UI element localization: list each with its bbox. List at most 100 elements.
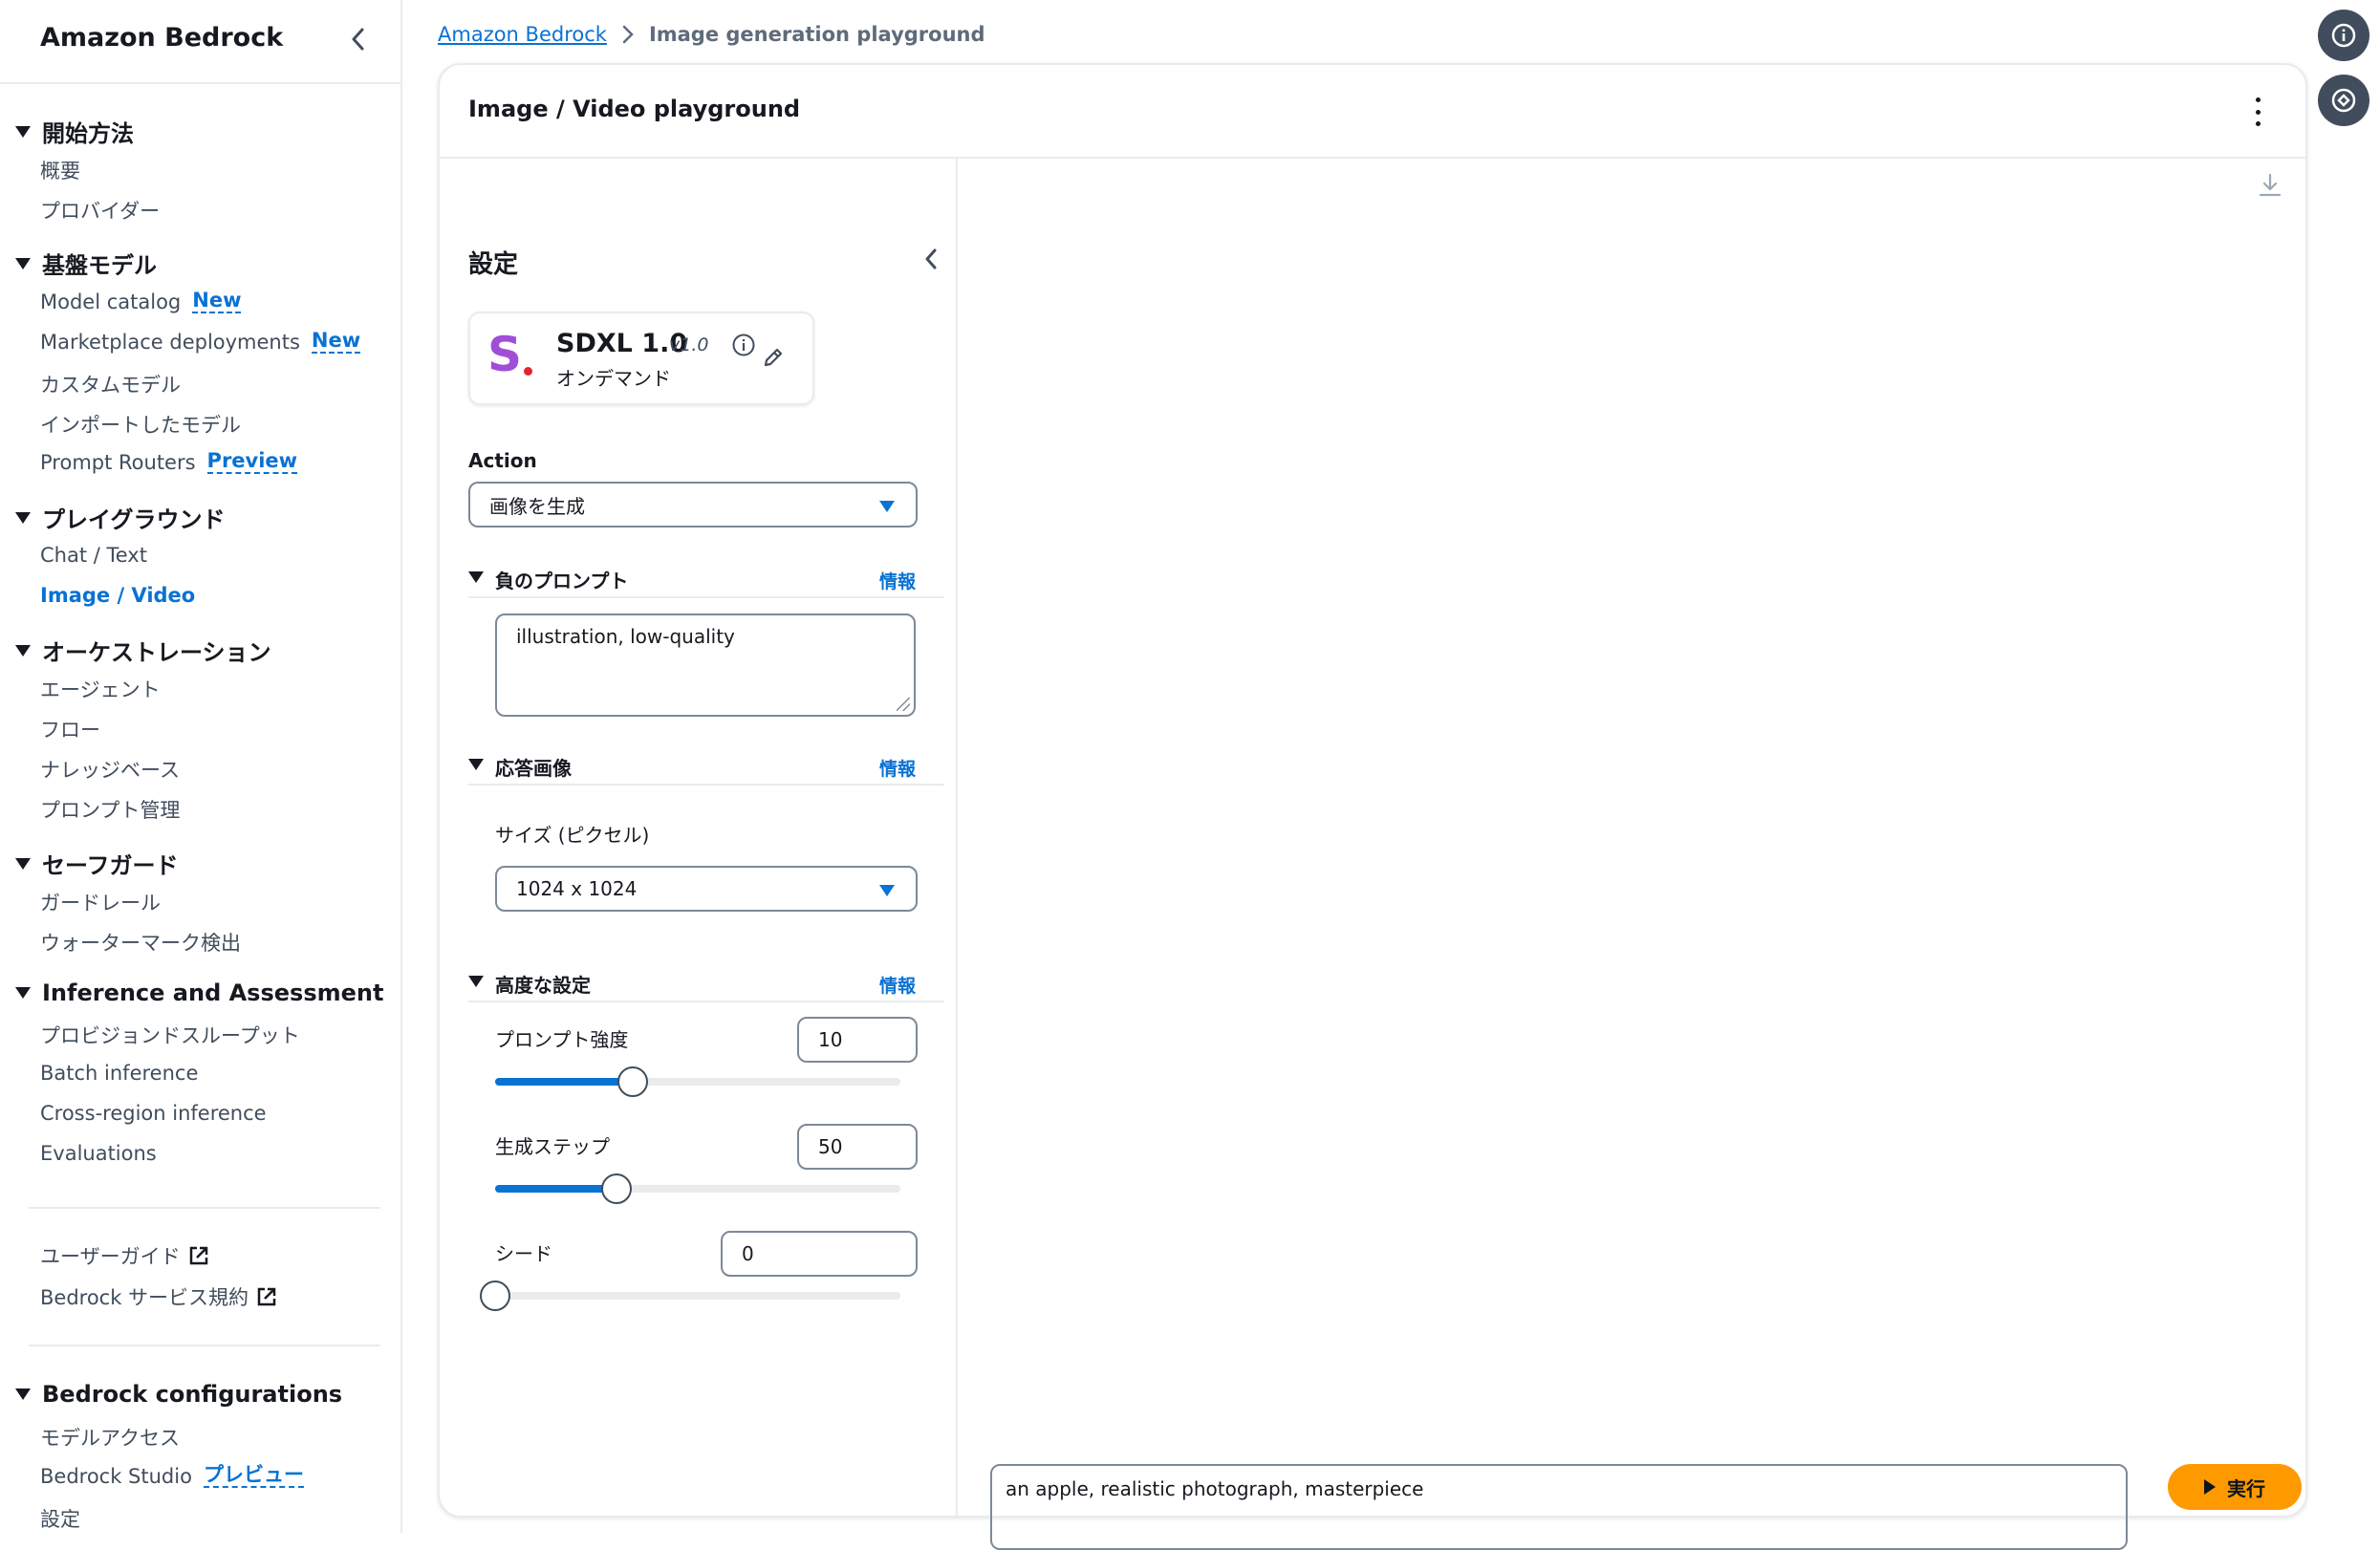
advanced-settings-info-link[interactable]: 情報 (879, 972, 916, 998)
generation-steps-slider[interactable] (495, 1173, 900, 1204)
sidebar-item-model-access[interactable]: モデルアクセス (40, 1423, 180, 1452)
slider-thumb[interactable] (480, 1281, 510, 1311)
negative-prompt-label: 負のプロンプト (495, 570, 629, 592)
sidebar-item-custom-models[interactable]: カスタムモデル (40, 370, 181, 398)
sidebar-item-model-catalog[interactable]: Model catalog New (40, 289, 242, 314)
sidebar-item-chat-text[interactable]: Chat / Text (40, 544, 147, 567)
sidebar-item-bedrock-studio[interactable]: Bedrock Studio プレビュー (40, 1463, 304, 1489)
sidebar-section-inference[interactable]: Inference and Assessment (15, 980, 383, 1006)
section-label: セーフガード (42, 852, 179, 879)
negative-prompt-textarea[interactable]: illustration, low-quality (495, 614, 916, 717)
item-label: Bedrock Studio (40, 1464, 192, 1488)
model-info-button[interactable] (731, 333, 756, 361)
sidebar-item-evaluations[interactable]: Evaluations (40, 1142, 157, 1165)
prompt-strength-input[interactable]: 10 (797, 1017, 918, 1063)
sidebar-link-service-terms[interactable]: Bedrock サービス規約 (40, 1282, 277, 1311)
item-label: Chat / Text (40, 544, 147, 567)
caret-down-icon (15, 987, 31, 999)
sidebar-item-agents[interactable]: エージェント (40, 675, 161, 703)
caret-down-icon (15, 511, 31, 524)
model-edit-button[interactable] (762, 346, 785, 373)
advanced-settings-expander[interactable]: 高度な設定 情報 (468, 966, 944, 1002)
item-label: 概要 (40, 160, 80, 183)
sidebar-item-provisioned-throughput[interactable]: プロビジョンドスループット (40, 1021, 300, 1049)
playground-container: Image / Video playground 設定 S SDXL 1.0 v… (438, 63, 2307, 1550)
image-output-area: an apple, realistic photograph, masterpi… (958, 159, 2305, 1550)
generation-steps-value: 50 (818, 1135, 843, 1158)
action-select[interactable]: 画像を生成 (468, 482, 918, 527)
sidebar-item-prompt-routers[interactable]: Prompt Routers Preview (40, 449, 298, 475)
response-image-expander[interactable]: 応答画像 情報 (468, 749, 944, 786)
sidebar-item-cross-region-inference[interactable]: Cross-region inference (40, 1102, 267, 1125)
advanced-settings-label: 高度な設定 (495, 974, 591, 997)
negative-prompt-info-link[interactable]: 情報 (879, 568, 916, 593)
size-select[interactable]: 1024 x 1024 (495, 866, 918, 912)
preview-badge: Preview (206, 449, 298, 475)
sidebar-item-flows[interactable]: フロー (40, 715, 100, 743)
slider-thumb[interactable] (601, 1173, 633, 1204)
info-icon (732, 334, 755, 356)
sidebar-section-getting-started[interactable]: 開始方法 (15, 115, 134, 148)
more-actions-button[interactable] (2248, 97, 2267, 126)
breadcrumb-link-root[interactable]: Amazon Bedrock (438, 23, 607, 46)
seed-input[interactable]: 0 (721, 1231, 918, 1277)
action-select-value: 画像を生成 (489, 494, 585, 518)
sidebar-section-safeguards[interactable]: セーフガード (15, 847, 179, 880)
caret-down-icon (15, 644, 31, 657)
sidebar-section-foundation-models[interactable]: 基盤モデル (15, 247, 157, 280)
model-version: v1.0 (669, 334, 709, 355)
sidebar-item-providers[interactable]: プロバイダー (40, 196, 160, 225)
generation-steps-label: 生成ステップ (495, 1135, 610, 1158)
compass-icon (2331, 88, 2356, 113)
download-button[interactable] (2258, 172, 2283, 203)
sidebar-collapse-button[interactable] (344, 23, 373, 55)
item-label: 設定 (40, 1508, 80, 1531)
play-icon (2204, 1479, 2216, 1495)
caret-down-icon (15, 125, 31, 138)
info-panel-button[interactable] (2318, 10, 2369, 61)
model-selector-card[interactable]: S SDXL 1.0 v1.0 オンデマンド (468, 312, 814, 405)
sidebar-title[interactable]: Amazon Bedrock (40, 23, 283, 53)
action-label: Action (468, 449, 537, 472)
settings-collapse-button[interactable] (918, 243, 944, 275)
sidebar-item-overview[interactable]: 概要 (40, 156, 80, 184)
model-logo: S (487, 327, 523, 382)
prompt-strength-slider[interactable] (495, 1066, 900, 1097)
sidebar-item-imported-models[interactable]: インポートしたモデル (40, 410, 241, 439)
sidebar-item-batch-inference[interactable]: Batch inference (40, 1062, 198, 1085)
item-label: プロバイダー (40, 200, 161, 223)
sidebar-section-playgrounds[interactable]: プレイグラウンド (15, 501, 226, 534)
sidebar-item-marketplace-deployments[interactable]: Marketplace deployments New (40, 329, 361, 355)
sidebar-item-guardrails[interactable]: ガードレール (40, 888, 161, 916)
sidebar-item-knowledge-bases[interactable]: ナレッジベース (40, 755, 180, 784)
preview-badge: プレビュー (203, 1463, 304, 1489)
settings-title: 設定 (468, 250, 519, 279)
sidebar-section-orchestration[interactable]: オーケストレーション (15, 634, 271, 667)
item-label: Prompt Routers (40, 450, 196, 474)
sidebar-section-bedrock-configurations[interactable]: Bedrock configurations (15, 1381, 342, 1408)
item-label: ウォーターマーク検出 (40, 932, 241, 955)
slider-fill (495, 1078, 634, 1086)
slider-thumb[interactable] (617, 1066, 649, 1097)
response-image-info-link[interactable]: 情報 (879, 755, 916, 781)
side-navigation: Amazon Bedrock 開始方法 概要 プロバイダー 基盤モデル Mode… (0, 0, 402, 1533)
sidebar-divider (29, 1207, 380, 1209)
negative-prompt-expander[interactable]: 負のプロンプト 情報 (468, 562, 944, 598)
new-badge: New (192, 289, 242, 314)
chevron-right-icon (622, 25, 634, 44)
download-icon (2259, 173, 2282, 197)
section-label: 開始方法 (42, 120, 134, 147)
resize-handle-icon[interactable] (897, 698, 910, 711)
sidebar-link-user-guide[interactable]: ユーザーガイド (40, 1241, 209, 1270)
item-label: Image / Video (40, 584, 196, 607)
generation-steps-input[interactable]: 50 (797, 1124, 918, 1170)
sidebar-item-prompt-management[interactable]: プロンプト管理 (40, 795, 180, 824)
seed-slider[interactable] (480, 1281, 900, 1311)
sidebar-item-settings[interactable]: 設定 (40, 1504, 80, 1533)
sidebar-item-image-video[interactable]: Image / Video (40, 584, 195, 607)
prompt-input[interactable]: an apple, realistic photograph, masterpi… (990, 1464, 2128, 1550)
run-button[interactable]: 実行 (2168, 1464, 2302, 1510)
help-panel-button[interactable] (2318, 75, 2369, 126)
sidebar-item-watermark-detection[interactable]: ウォーターマーク検出 (40, 928, 241, 957)
item-label: Bedrock サービス規約 (40, 1286, 249, 1309)
